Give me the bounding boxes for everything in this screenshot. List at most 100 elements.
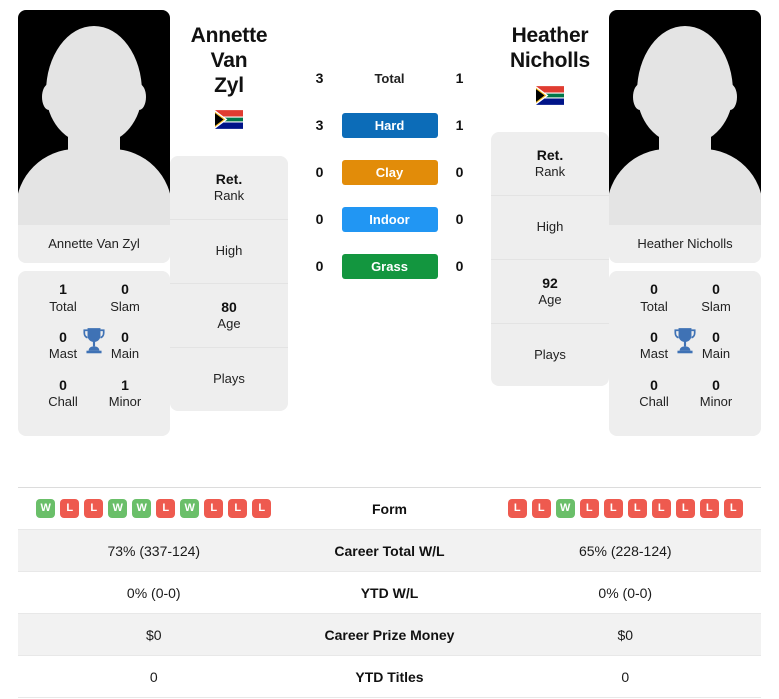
left-player-titles-card: 1 Total 0 Slam 0 Mast 0 Main 0 Chall 1 M… xyxy=(18,271,170,437)
right-player-avatar xyxy=(609,10,761,225)
right-stat-age-value: 92 xyxy=(542,274,558,291)
h2h-left-score: 0 xyxy=(315,164,324,180)
right-player-column: Heather Nicholls 0 Total 0 Slam 0 Mast 0… xyxy=(609,10,761,437)
form-badge-win[interactable]: W xyxy=(36,499,56,518)
h2h-row-hard: 3 Hard 1 xyxy=(288,112,491,138)
right-value-cell: 0 xyxy=(621,668,630,685)
right-player-stat-box: Ret. Rank High 92 Age Plays xyxy=(491,131,609,387)
h2h-right-score: 0 xyxy=(455,258,464,274)
h2h-row-clay: 0 Clay 0 xyxy=(288,159,491,185)
table-row: 0 YTD Titles 0 xyxy=(18,656,761,698)
comparison-header: Annette Van Zyl 1 Total 0 Slam 0 Mast 0 … xyxy=(0,0,779,470)
titles-challenger-value: 0 xyxy=(650,376,658,393)
right-stat-plays-label: Plays xyxy=(534,346,566,362)
left-player-name: Annette Van Zyl xyxy=(170,24,288,98)
right-value-cell: $0 xyxy=(617,626,634,643)
form-badge-loss[interactable]: L xyxy=(675,499,695,518)
right-form-strip: LLWLLLLLLL xyxy=(490,499,762,518)
titles-total-value: 0 xyxy=(650,281,658,297)
right-value-cell: 65% (228-124) xyxy=(578,542,672,559)
form-badge-loss[interactable]: L xyxy=(252,499,272,518)
right-stat-rank-label: Rank xyxy=(534,163,566,179)
right-titles-grid: 0 Total 0 Slam 0 Mast 0 Main 0 Chall 0 M… xyxy=(613,281,757,410)
right-form-cell: LLWLLLLLLL xyxy=(490,499,762,518)
table-row: $0 Career Prize Money $0 xyxy=(18,614,761,656)
right-stat-plays: Plays xyxy=(491,324,609,387)
left-titles-grid: 1 Total 0 Slam 0 Mast 0 Main 0 Chall 1 M… xyxy=(22,281,166,410)
form-badge-loss[interactable]: L xyxy=(651,499,671,518)
form-badge-loss[interactable]: L xyxy=(507,499,527,518)
avatar-ear-right-icon xyxy=(723,84,737,110)
form-badge-loss[interactable]: L xyxy=(579,499,599,518)
form-badge-win[interactable]: W xyxy=(132,499,152,518)
right-stat-rank: Ret. Rank xyxy=(491,132,609,196)
left-value-cell: 73% (337-124) xyxy=(107,542,201,559)
form-badge-loss[interactable]: L xyxy=(156,499,176,518)
form-badge-loss[interactable]: L xyxy=(60,499,80,518)
right-player-name: Heather Nicholls xyxy=(491,24,609,74)
h2h-right-score: 1 xyxy=(455,117,464,133)
titles-row: 0 Chall 0 Minor xyxy=(613,377,757,411)
titles-slam-label: Slam xyxy=(110,298,140,314)
form-badge-loss[interactable]: L xyxy=(627,499,647,518)
right-player-photo-card[interactable]: Heather Nicholls xyxy=(609,10,761,263)
player-comparison-page: Annette Van Zyl 1 Total 0 Slam 0 Mast 0 … xyxy=(0,0,779,699)
surface-badge-hard[interactable]: Hard xyxy=(341,112,438,138)
avatar-ear-right-icon xyxy=(132,84,146,110)
titles-minor-value: 0 xyxy=(712,376,720,393)
row-label: YTD Titles xyxy=(355,668,424,685)
titles-row: 0 Total 0 Slam xyxy=(613,281,757,315)
row-label: Form xyxy=(372,500,407,517)
left-player-stat-box: Ret. Rank High 80 Age Plays xyxy=(170,156,288,412)
form-badge-win[interactable]: W xyxy=(555,499,575,518)
titles-row: 0 Chall 1 Minor xyxy=(22,377,166,411)
left-stat-plays: Plays xyxy=(170,348,288,411)
comparison-table: W L L W W L W L L L Form L L W L L L L L L L 73% (337-124) Car… xyxy=(18,487,761,698)
titles-total-label: Total xyxy=(49,298,77,314)
left-value-cell: 0 xyxy=(149,668,158,685)
left-player-photo-card[interactable]: Annette Van Zyl xyxy=(18,10,170,263)
left-player-name-line1: Annette Van xyxy=(190,24,268,72)
left-stat-age-value: 80 xyxy=(221,299,237,316)
form-badge-loss[interactable]: L xyxy=(84,499,104,518)
form-badge-loss[interactable]: L xyxy=(228,499,248,518)
surface-badge-indoor[interactable]: Indoor xyxy=(341,206,438,232)
left-value-cell: $0 xyxy=(145,626,162,643)
titles-challenger-value: 0 xyxy=(59,376,67,393)
titles-minor-label: Minor xyxy=(108,394,142,409)
right-player-caption: Heather Nicholls xyxy=(609,225,761,263)
surface-badge-clay[interactable]: Clay xyxy=(341,159,438,185)
h2h-right-score: 0 xyxy=(455,211,464,227)
h2h-right-score: 0 xyxy=(455,164,464,180)
head-to-head-column: 3 Total 1 3 Hard 1 0 Clay 0 0 Indoor 0 0 Grass 0 xyxy=(288,10,491,279)
titles-total-label: Total xyxy=(640,298,668,314)
left-player-name-line2: Zyl xyxy=(214,73,244,97)
left-stat-rank-value: Ret. xyxy=(215,171,243,188)
left-player-info-column: Annette Van Zyl Ret. Rank High 80 Age Pl… xyxy=(170,10,288,412)
left-stat-age: 80 Age xyxy=(170,284,288,349)
h2h-left-score: 0 xyxy=(315,211,324,227)
avatar-ear-left-icon xyxy=(42,84,56,110)
form-badge-loss[interactable]: L xyxy=(531,499,551,518)
h2h-left-score: 0 xyxy=(315,258,324,274)
form-badge-loss[interactable]: L xyxy=(699,499,719,518)
form-badge-loss[interactable]: L xyxy=(603,499,623,518)
south-africa-flag-icon xyxy=(536,85,564,105)
form-badge-win[interactable]: W xyxy=(180,499,200,518)
titles-slam-value: 0 xyxy=(712,281,720,297)
h2h-row-indoor: 0 Indoor 0 xyxy=(288,206,491,232)
left-form-strip: WLLWWLWLLL xyxy=(18,499,290,518)
south-africa-flag-icon xyxy=(215,110,243,130)
titles-slam-label: Slam xyxy=(701,298,731,314)
titles-total: 0 Total xyxy=(627,281,681,315)
form-badge-loss[interactable]: L xyxy=(204,499,224,518)
avatar-ear-left-icon xyxy=(633,84,647,110)
h2h-right-score: 1 xyxy=(455,70,464,86)
right-stat-age-label: Age xyxy=(538,291,562,307)
form-badge-loss[interactable]: L xyxy=(723,499,743,518)
right-player-name-line2: Nicholls xyxy=(509,48,591,72)
form-badge-win[interactable]: W xyxy=(108,499,128,518)
left-stat-rank: Ret. Rank xyxy=(170,156,288,221)
surface-badge-grass[interactable]: Grass xyxy=(341,253,438,279)
titles-minor-value: 1 xyxy=(121,376,129,393)
